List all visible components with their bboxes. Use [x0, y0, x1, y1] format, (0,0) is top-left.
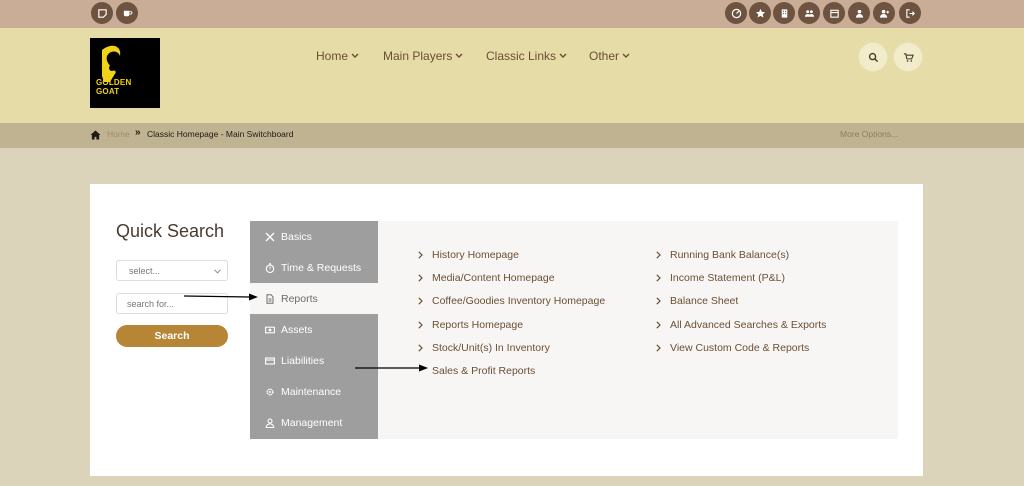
- annotation-arrow-sales-profit: [355, 364, 428, 372]
- annotation-arrow-reports: [183, 293, 258, 301]
- annotation-arrows: [183, 293, 428, 372]
